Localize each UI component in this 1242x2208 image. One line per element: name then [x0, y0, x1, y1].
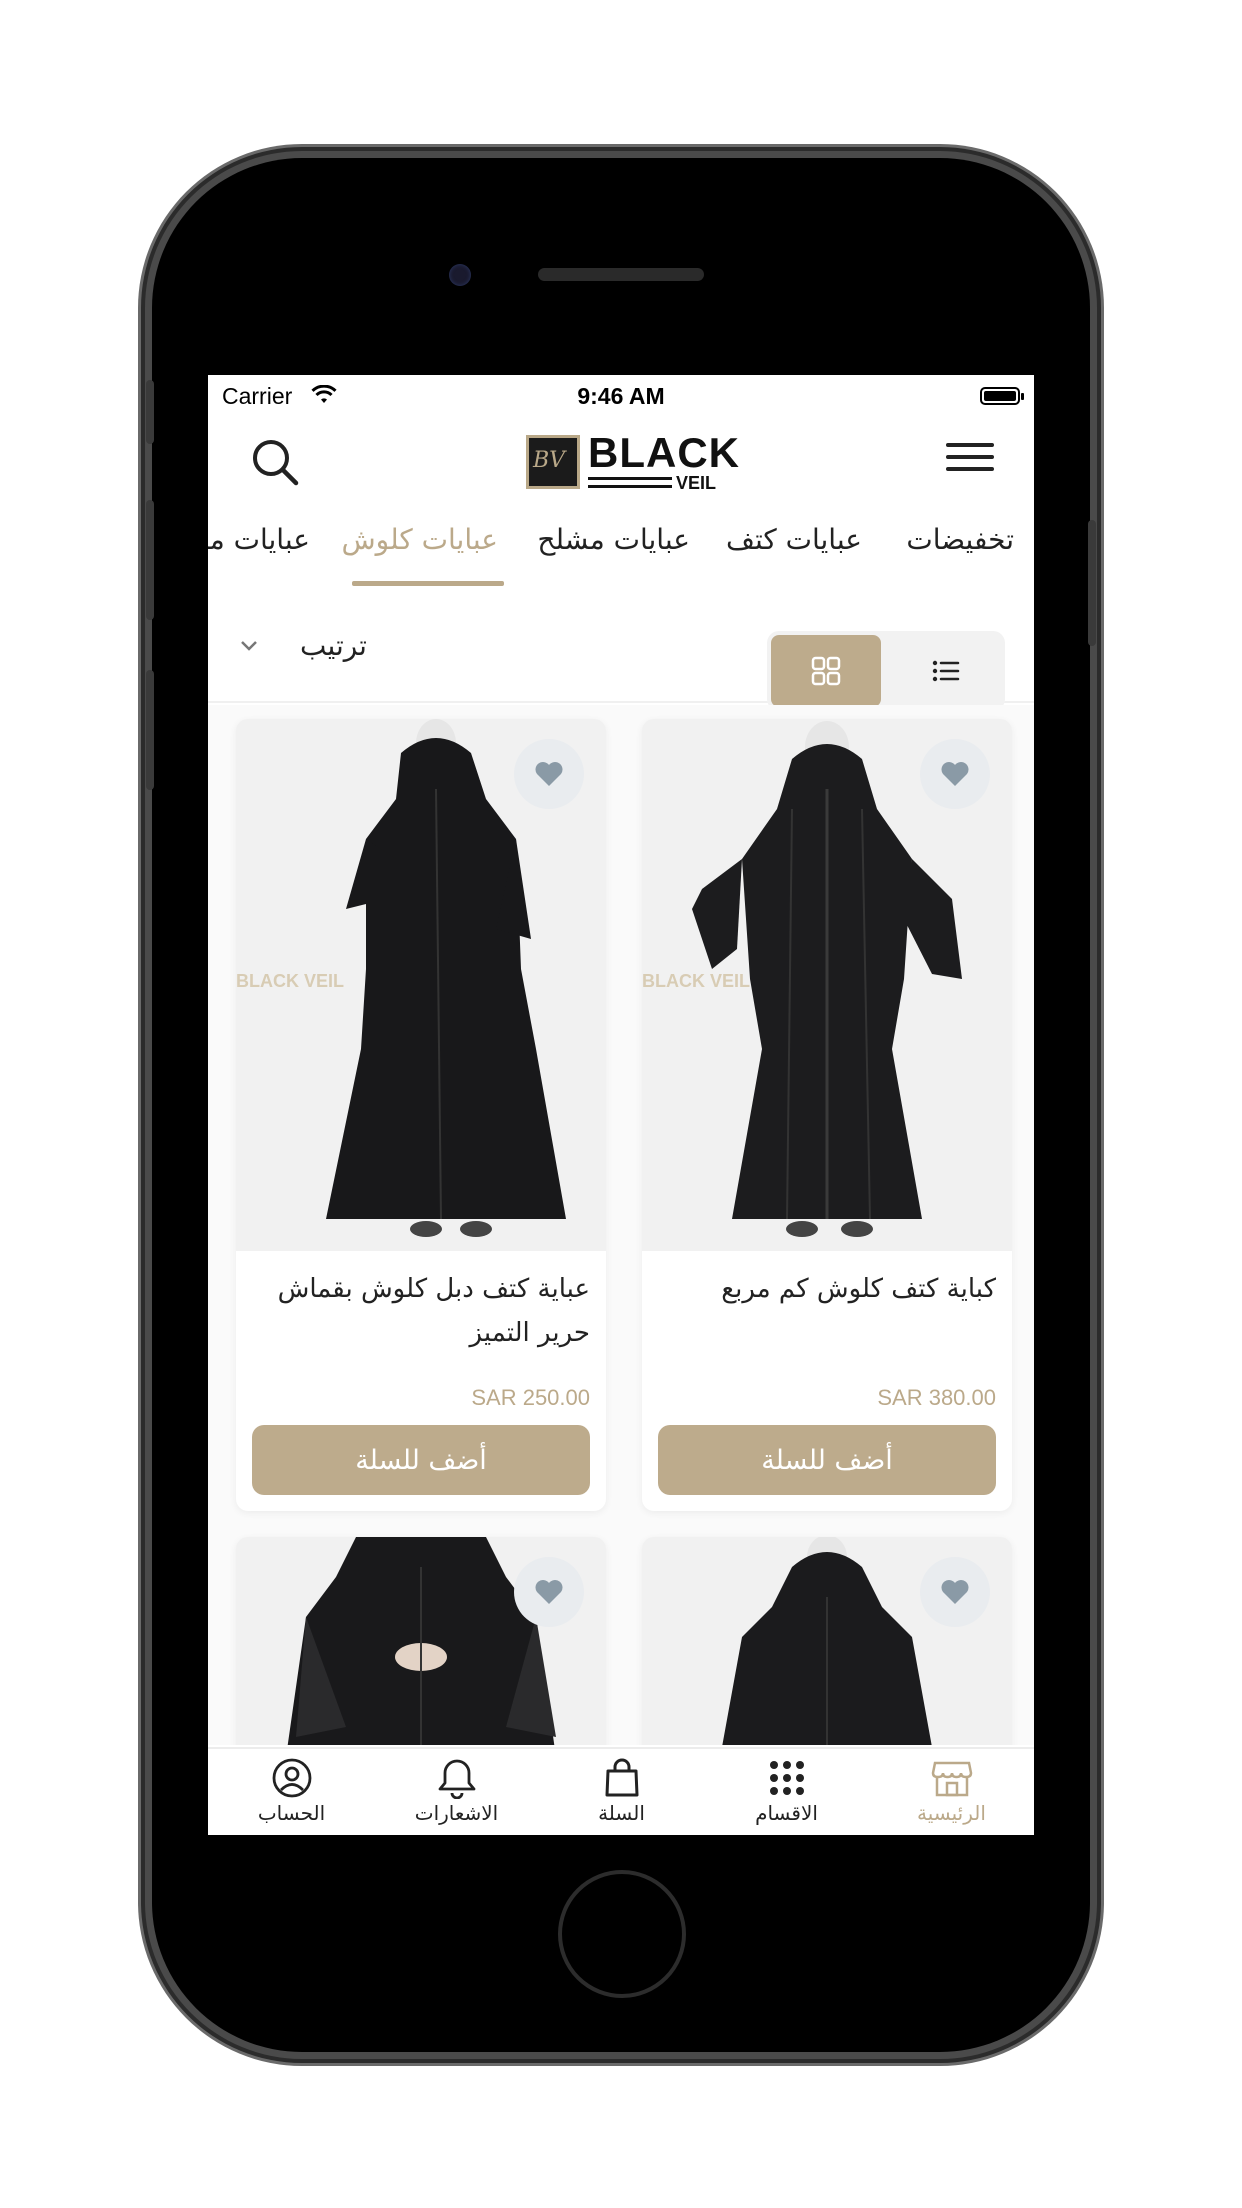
category-tabs: تخفيضات عبايات كتف عبايات مشلح عبايات كل…	[208, 515, 1034, 595]
product-price: SAR 250.00	[471, 1385, 590, 1410]
sort-label: ترتيب	[300, 629, 367, 662]
clock: 9:46 AM	[577, 383, 665, 409]
grid-view-icon	[811, 656, 841, 686]
add-to-cart-button[interactable]: أضف للسلة	[252, 1425, 590, 1495]
user-circle-icon	[272, 1758, 312, 1798]
tab-home-label: الرئيسية	[917, 1801, 986, 1825]
active-tab-indicator	[352, 581, 504, 586]
bottom-tab-bar: الرئيسية الاقسام السلة الاشعارات الحساب	[208, 1747, 1034, 1835]
product-image[interactable]: BLACK VEIL	[236, 719, 606, 1251]
bag-icon	[605, 1758, 639, 1797]
battery-icon	[980, 387, 1024, 405]
app-screen: Carrier 9:46 AM BLACK VEIL تخفيضات عبايا…	[208, 375, 1034, 1835]
tab-categories[interactable]: الاقسام	[704, 1749, 869, 1835]
tab-notifications[interactable]: الاشعارات	[374, 1749, 539, 1835]
view-toggle	[767, 631, 1005, 711]
hamburger-menu-icon[interactable]	[946, 437, 994, 485]
sort-view-toolbar: ترتيب	[208, 603, 1034, 711]
product-grid: BLACK VEIL كباية كتف كلوش كم مربع SAR 38…	[208, 705, 1034, 1745]
chevron-down-icon	[241, 641, 257, 651]
watermark: BLACK VEIL	[642, 971, 750, 991]
grid-dots-icon	[770, 1761, 804, 1795]
earpiece-speaker	[538, 268, 704, 281]
logo-rule	[588, 485, 672, 488]
tab-categories-label: الاقسام	[755, 1801, 818, 1825]
tab-cart-label: السلة	[598, 1801, 645, 1825]
add-to-cart-button[interactable]: أضف للسلة	[658, 1425, 996, 1495]
tab-sale[interactable]: تخفيضات	[906, 523, 1014, 556]
favorite-button[interactable]	[514, 739, 584, 809]
product-image[interactable]	[236, 1537, 606, 1745]
heart-icon	[535, 1580, 563, 1604]
favorite-button[interactable]	[920, 1557, 990, 1627]
tab-account[interactable]: الحساب	[209, 1749, 374, 1835]
tab-account-label: الحساب	[257, 1801, 326, 1825]
product-card[interactable]	[236, 1537, 606, 1745]
favorite-button[interactable]	[920, 739, 990, 809]
product-card[interactable]: BLACK VEIL كباية كتف كلوش كم مربع SAR 38…	[642, 719, 1012, 1511]
brand-name: BLACK	[588, 429, 740, 476]
logo-rule	[588, 477, 672, 480]
tab-shoulder-abayas[interactable]: عبايات كتف	[726, 523, 862, 556]
list-view-button[interactable]	[891, 635, 1001, 707]
grid-view-button[interactable]	[771, 635, 881, 707]
volume-up-button	[146, 500, 154, 620]
top-nav: BLACK VEIL	[208, 415, 1034, 515]
tab-more-abayas[interactable]: عبايات ملـ	[208, 523, 310, 556]
store-icon	[931, 1761, 973, 1797]
bell-icon	[438, 1759, 476, 1799]
product-title[interactable]: عباية كتف دبل كلوش بقماش حرير التميز	[252, 1267, 590, 1355]
tab-home[interactable]: الرئيسية	[869, 1749, 1034, 1835]
product-card[interactable]	[642, 1537, 1012, 1745]
product-image[interactable]: BLACK VEIL	[642, 719, 1012, 1251]
status-bar: Carrier 9:46 AM	[208, 375, 1034, 415]
list-view-icon	[932, 660, 960, 682]
product-price: SAR 380.00	[877, 1385, 996, 1410]
home-button[interactable]	[558, 1870, 686, 1998]
logo-mark-icon	[526, 435, 580, 489]
tab-bisht-abayas[interactable]: عبايات مشلح	[537, 523, 690, 556]
heart-icon	[941, 1580, 969, 1604]
product-title[interactable]: كباية كتف كلوش كم مربع	[658, 1267, 996, 1311]
front-camera	[449, 264, 471, 286]
power-button	[1088, 520, 1096, 646]
tab-cloche-abayas[interactable]: عبايات كلوش	[341, 523, 498, 556]
search-icon[interactable]	[248, 435, 302, 489]
heart-icon	[941, 762, 969, 786]
brand-logo[interactable]: BLACK VEIL	[526, 429, 739, 495]
tab-cart[interactable]: السلة	[539, 1749, 704, 1835]
product-card[interactable]: BLACK VEIL عباية كتف دبل كلوش بقماش حرير…	[236, 719, 606, 1511]
watermark: BLACK VEIL	[236, 971, 344, 991]
tab-notifications-label: الاشعارات	[414, 1801, 499, 1825]
brand-subname: VEIL	[676, 473, 717, 493]
product-image[interactable]	[642, 1537, 1012, 1745]
volume-down-button	[146, 670, 154, 790]
heart-icon	[535, 762, 563, 786]
favorite-button[interactable]	[514, 1557, 584, 1627]
mute-switch	[146, 380, 154, 444]
